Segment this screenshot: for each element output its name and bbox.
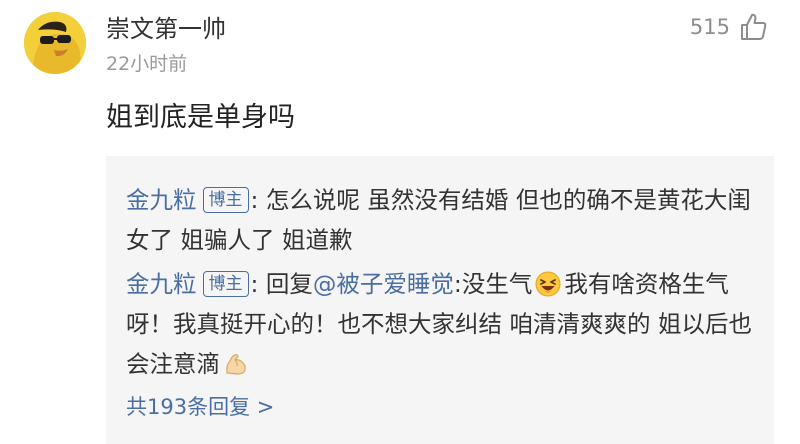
reply-preview-box[interactable]: 金九粒 博主: 怎么说呢 虽然没有结婚 但也的确不是黄花大闺女了 姐骗人了 姐道歉…	[106, 156, 774, 444]
flexed-biceps-emoji	[223, 351, 249, 377]
thumbs-up-icon	[741, 13, 767, 40]
avatar[interactable]	[24, 12, 86, 74]
timestamp: 22小时前	[106, 53, 188, 75]
reply-text: :没生气	[453, 270, 533, 298]
view-more-replies-link[interactable]: 共193条回复 >	[126, 392, 274, 422]
author-badge: 博主	[202, 187, 249, 213]
reply-author[interactable]: 金九粒	[126, 270, 197, 298]
comment-card: 崇文第一帅 22小时前 515 姐到底是单身吗 金九粒 博主: 怎么说呢 虽然没有…	[0, 0, 800, 444]
like-button[interactable]: 515	[690, 12, 768, 42]
reply-item: 金九粒 博主: 回复@被子爱睡觉:没生气 我有啥资格生气呀！我真挺开心的！也不想大…	[126, 264, 754, 384]
comment-text: 姐到底是单身吗	[106, 102, 295, 133]
reply-item: 金九粒 博主: 怎么说呢 虽然没有结婚 但也的确不是黄花大闺女了 姐骗人了 姐道歉	[126, 180, 754, 260]
reply-author[interactable]: 金九粒	[126, 186, 197, 214]
mention-link[interactable]: @被子爱睡觉	[313, 270, 454, 298]
like-count: 515	[689, 15, 730, 39]
author-badge: 博主	[202, 271, 249, 297]
username[interactable]: 崇文第一帅	[106, 13, 226, 45]
reply-prefix: 回复	[258, 270, 313, 298]
avatar-image	[24, 12, 86, 74]
laughing-face-emoji	[535, 271, 561, 297]
